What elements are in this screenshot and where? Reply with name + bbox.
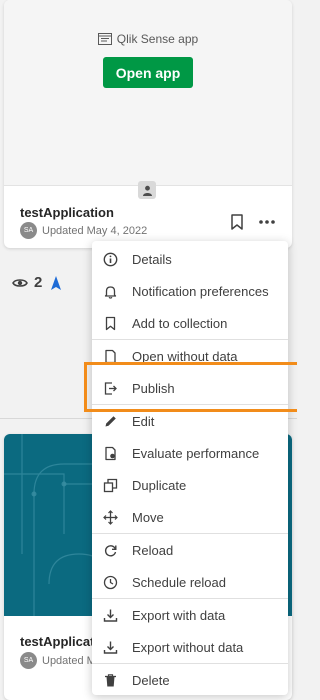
menu-label: Reload: [132, 542, 174, 558]
card-meta: SA Updated M: [20, 652, 96, 669]
bookmark-icon: [105, 316, 116, 330]
card-title[interactable]: testApplicat: [20, 634, 94, 649]
more-options-icon[interactable]: [258, 213, 276, 231]
app-context-menu: Details Notification preferences Add to …: [92, 241, 288, 695]
bookmark-icon[interactable]: [228, 213, 246, 231]
menu-item-add-to-collection[interactable]: Add to collection: [92, 307, 288, 339]
menu-item-export-with-data[interactable]: Export with data: [92, 599, 288, 631]
updated-date: Updated May 4, 2022: [42, 224, 148, 237]
avatar: SA: [20, 222, 37, 239]
app-sheet-icon: [97, 33, 112, 45]
menu-label: Schedule reload: [132, 574, 226, 590]
app-type-text: Qlik Sense app: [116, 32, 199, 46]
navigation-arrow-icon: [51, 275, 62, 290]
menu-item-export-without-data[interactable]: Export without data: [92, 631, 288, 663]
app-card[interactable]: Qlik Sense app Open app testApplication …: [4, 0, 292, 248]
menu-label: Move: [132, 509, 164, 525]
menu-label: Duplicate: [132, 477, 187, 493]
card-meta: SA Updated May 4, 2022: [20, 222, 147, 239]
eye-icon: [12, 278, 28, 287]
card-title[interactable]: testApplication: [20, 205, 114, 220]
menu-label: Details: [132, 251, 172, 267]
duplicate-icon: [103, 478, 118, 492]
download-icon: [103, 609, 118, 622]
evaluate-performance-icon: [105, 446, 116, 460]
menu-item-schedule-reload[interactable]: Schedule reload: [92, 566, 288, 598]
menu-item-details[interactable]: Details: [92, 243, 288, 275]
menu-label: Delete: [132, 672, 170, 688]
download-icon: [103, 641, 118, 654]
avatar: SA: [20, 652, 37, 669]
trash-icon: [105, 673, 116, 686]
updated-date: Updated M: [42, 654, 96, 667]
menu-item-reload[interactable]: Reload: [92, 534, 288, 566]
move-icon: [103, 509, 118, 525]
pencil-icon: [105, 415, 116, 426]
menu-label: Notification preferences: [132, 283, 269, 299]
owner-icon: [138, 181, 156, 199]
menu-item-delete[interactable]: Delete: [92, 664, 288, 696]
menu-label: Edit: [132, 413, 155, 429]
reload-icon: [104, 544, 117, 556]
app-stats: 2: [12, 274, 64, 291]
publish-highlight: [84, 362, 297, 412]
info-icon: [103, 252, 118, 266]
open-app-button[interactable]: Open app: [103, 57, 193, 88]
clock-icon: [103, 575, 118, 589]
menu-label: Evaluate performance: [132, 445, 260, 461]
view-count: 2: [34, 274, 43, 291]
menu-item-duplicate[interactable]: Duplicate: [92, 469, 288, 501]
menu-label: Add to collection: [132, 315, 228, 331]
menu-item-evaluate-performance[interactable]: Evaluate performance: [92, 437, 288, 469]
menu-label: Export without data: [132, 639, 244, 655]
app-type-label: Qlik Sense app: [4, 32, 292, 46]
menu-label: Export with data: [132, 607, 226, 623]
menu-item-move[interactable]: Move: [92, 501, 288, 533]
bell-icon: [104, 285, 117, 299]
app-preview: Qlik Sense app Open app: [4, 0, 292, 186]
menu-item-notification-preferences[interactable]: Notification preferences: [92, 275, 288, 307]
